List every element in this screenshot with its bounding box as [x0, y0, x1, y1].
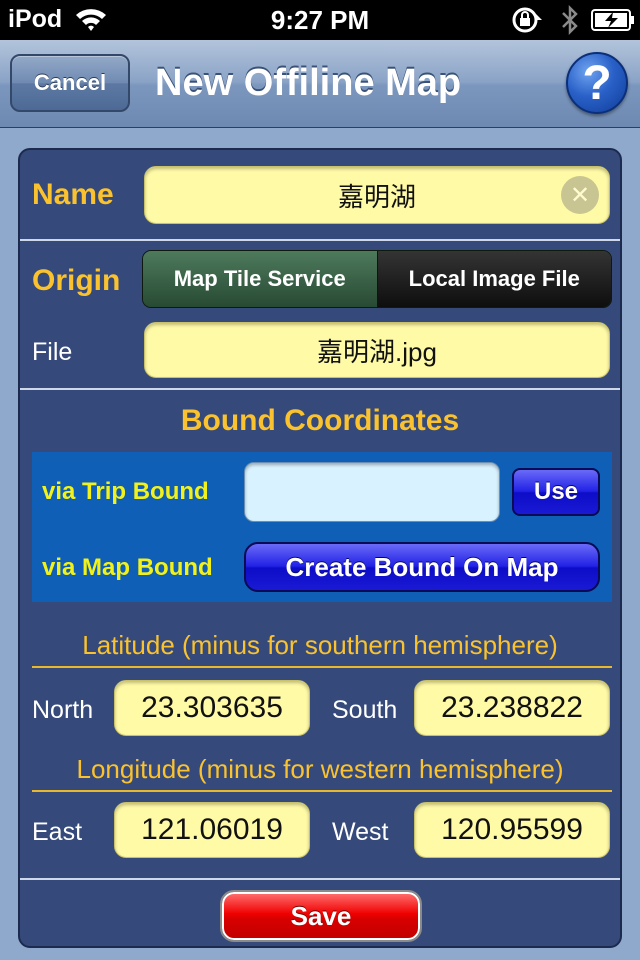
- south-value: 23.238822: [441, 691, 583, 724]
- trip-bound-input[interactable]: [244, 462, 500, 522]
- origin-segmented-control: Map Tile Service Local Image File: [142, 250, 612, 308]
- offline-map-form: Name 嘉明湖 ✕ Origin Map Tile Service Local…: [18, 148, 622, 948]
- origin-option-map-tile-service[interactable]: Map Tile Service: [143, 251, 378, 307]
- page-title: New Offiline Map: [155, 62, 462, 104]
- use-button[interactable]: Use: [512, 468, 600, 516]
- west-value: 120.95599: [441, 813, 583, 846]
- name-input[interactable]: 嘉明湖: [144, 166, 610, 224]
- clear-name-button[interactable]: ✕: [561, 176, 599, 214]
- origin-label: Origin: [32, 264, 121, 297]
- latitude-header: Latitude (minus for southern hemisphere): [82, 630, 558, 660]
- trip-bound-label: via Trip Bound: [42, 478, 209, 505]
- longitude-header: Longitude (minus for western hemisphere): [76, 754, 564, 784]
- help-icon: ?: [582, 56, 612, 110]
- bound-options-panel: via Trip Bound Use via Map Bound Create …: [32, 452, 612, 602]
- file-input[interactable]: 嘉明湖.jpg: [144, 322, 610, 378]
- east-input[interactable]: 121.06019: [114, 802, 310, 858]
- divider: [20, 878, 620, 880]
- create-bound-on-map-button[interactable]: Create Bound On Map: [244, 542, 600, 592]
- name-label: Name: [32, 178, 114, 211]
- help-button[interactable]: ?: [566, 52, 628, 114]
- latitude-underline: [32, 666, 612, 668]
- south-input[interactable]: 23.238822: [414, 680, 610, 736]
- save-button[interactable]: Save: [220, 890, 422, 942]
- battery-icon: [591, 9, 634, 31]
- north-label: North: [32, 696, 94, 724]
- rotation-lock-icon: [512, 7, 542, 33]
- longitude-underline: [32, 790, 612, 792]
- clear-icon: ✕: [569, 181, 591, 209]
- cancel-button[interactable]: Cancel: [10, 54, 130, 112]
- east-value: 121.06019: [141, 813, 283, 846]
- navigation-bar: Cancel New Offiline Map ?: [0, 40, 640, 128]
- map-bound-label: via Map Bound: [42, 554, 213, 581]
- divider: [20, 239, 620, 241]
- origin-option-local-image-file[interactable]: Local Image File: [377, 251, 611, 307]
- file-value: 嘉明湖.jpg: [317, 336, 437, 367]
- west-label: West: [332, 818, 389, 846]
- file-label: File: [32, 338, 73, 366]
- name-value: 嘉明湖: [337, 181, 416, 212]
- bluetooth-icon: [562, 4, 578, 36]
- south-label: South: [332, 696, 398, 724]
- status-bar: iPod 9:27 PM: [0, 0, 640, 40]
- north-input[interactable]: 23.303635: [114, 680, 310, 736]
- east-label: East: [32, 818, 83, 846]
- north-value: 23.303635: [141, 691, 283, 724]
- divider: [20, 388, 620, 390]
- west-input[interactable]: 120.95599: [414, 802, 610, 858]
- status-time: 9:27 PM: [270, 5, 370, 35]
- bound-coordinates-title: Bound Coordinates: [180, 404, 460, 437]
